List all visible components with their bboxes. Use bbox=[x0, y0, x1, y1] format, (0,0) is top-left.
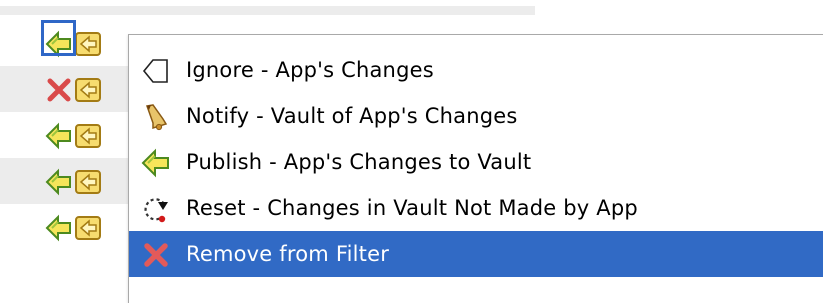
menu-item-ignore[interactable]: Ignore - App's Changes bbox=[129, 47, 823, 93]
notify-vault-icon[interactable] bbox=[74, 214, 102, 242]
menu-item-publish[interactable]: Publish - App's Changes to Vault bbox=[129, 139, 823, 185]
notify-vault-icon[interactable] bbox=[74, 122, 102, 150]
remove-x-icon[interactable] bbox=[45, 76, 73, 104]
menu-item-label: Publish - App's Changes to Vault bbox=[186, 150, 532, 174]
bell-icon bbox=[141, 102, 171, 132]
notify-vault-icon[interactable] bbox=[74, 30, 102, 58]
notify-vault-icon[interactable] bbox=[74, 76, 102, 104]
context-menu: Ignore - App's Changes Notify - Vault of… bbox=[128, 34, 823, 303]
menu-item-label: Notify - Vault of App's Changes bbox=[186, 104, 518, 128]
focused-cell-outline bbox=[41, 20, 76, 56]
menu-item-reset[interactable]: Reset - Changes in Vault Not Made by App bbox=[129, 185, 823, 231]
menu-item-label: Ignore - App's Changes bbox=[186, 58, 434, 82]
ignore-icon bbox=[141, 56, 171, 86]
menu-item-notify[interactable]: Notify - Vault of App's Changes bbox=[129, 93, 823, 139]
publish-arrow-icon[interactable] bbox=[45, 168, 73, 196]
menu-item-remove-from-filter[interactable]: Remove from Filter bbox=[129, 231, 823, 277]
publish-arrow-icon[interactable] bbox=[45, 122, 73, 150]
menu-item-label: Remove from Filter bbox=[186, 242, 390, 266]
reset-icon bbox=[141, 194, 171, 224]
remove-x-icon bbox=[141, 240, 171, 270]
notify-vault-icon[interactable] bbox=[74, 168, 102, 196]
list-top-divider bbox=[0, 6, 535, 15]
menu-item-label: Reset - Changes in Vault Not Made by App bbox=[186, 196, 638, 220]
publish-arrow-icon bbox=[141, 148, 171, 178]
publish-arrow-icon[interactable] bbox=[45, 214, 73, 242]
